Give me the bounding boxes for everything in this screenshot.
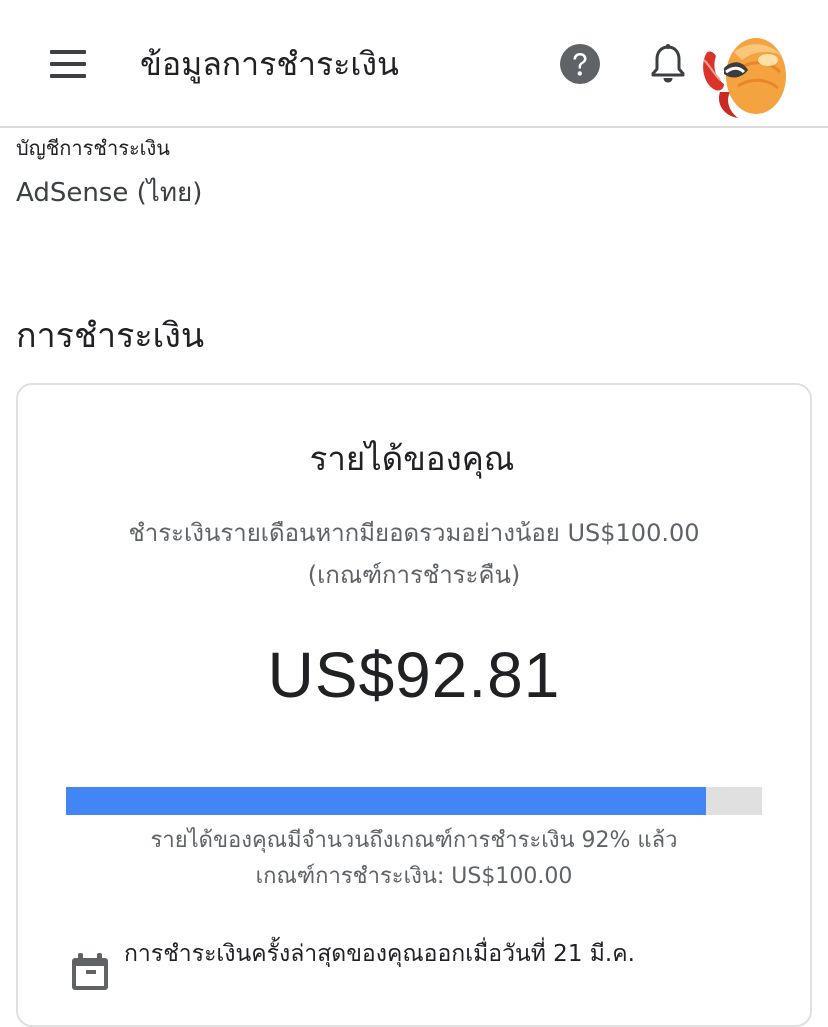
last-payment-text: การชำระเงินครั้งล่าสุดของคุณออกเมื่อวันท…	[124, 941, 635, 967]
menu-icon[interactable]	[48, 50, 88, 78]
progress-status-text: รายได้ของคุณมีจำนวนถึงเกณฑ์การชำระเงิน 9…	[150, 828, 678, 853]
bell-icon[interactable]	[648, 42, 688, 86]
menu-icon-bar	[50, 74, 86, 78]
page-title: ข้อมูลการชำระเงิน	[140, 45, 399, 83]
earnings-amount: US$92.81	[267, 639, 561, 711]
top-app-bar: ข้อมูลการชำระเงิน	[0, 0, 828, 128]
payment-threshold-text: เกณฑ์การชำระเงิน: US$100.00	[255, 864, 573, 889]
menu-icon-bar	[50, 62, 86, 66]
payment-schedule-text: ชำระเงินรายเดือนหากมียอดรวมอย่างน้อย US$…	[128, 519, 700, 547]
help-icon[interactable]	[559, 43, 601, 85]
payment-account-value: AdSense (ไทย)	[16, 178, 203, 208]
calendar-icon	[70, 952, 110, 992]
earnings-heading: รายได้ของคุณ	[309, 439, 515, 478]
menu-icon-bar	[50, 50, 86, 54]
threshold-progress-fill	[66, 787, 707, 815]
avatar[interactable]	[698, 30, 790, 120]
payment-account-label: บัญชีการชำระเงิน	[16, 136, 170, 160]
threshold-progress-bar	[66, 787, 762, 815]
payments-section-title: การชำระเงิน	[16, 316, 205, 356]
payment-threshold-link[interactable]: (เกณฑ์การชำระคืน)	[0, 554, 828, 596]
